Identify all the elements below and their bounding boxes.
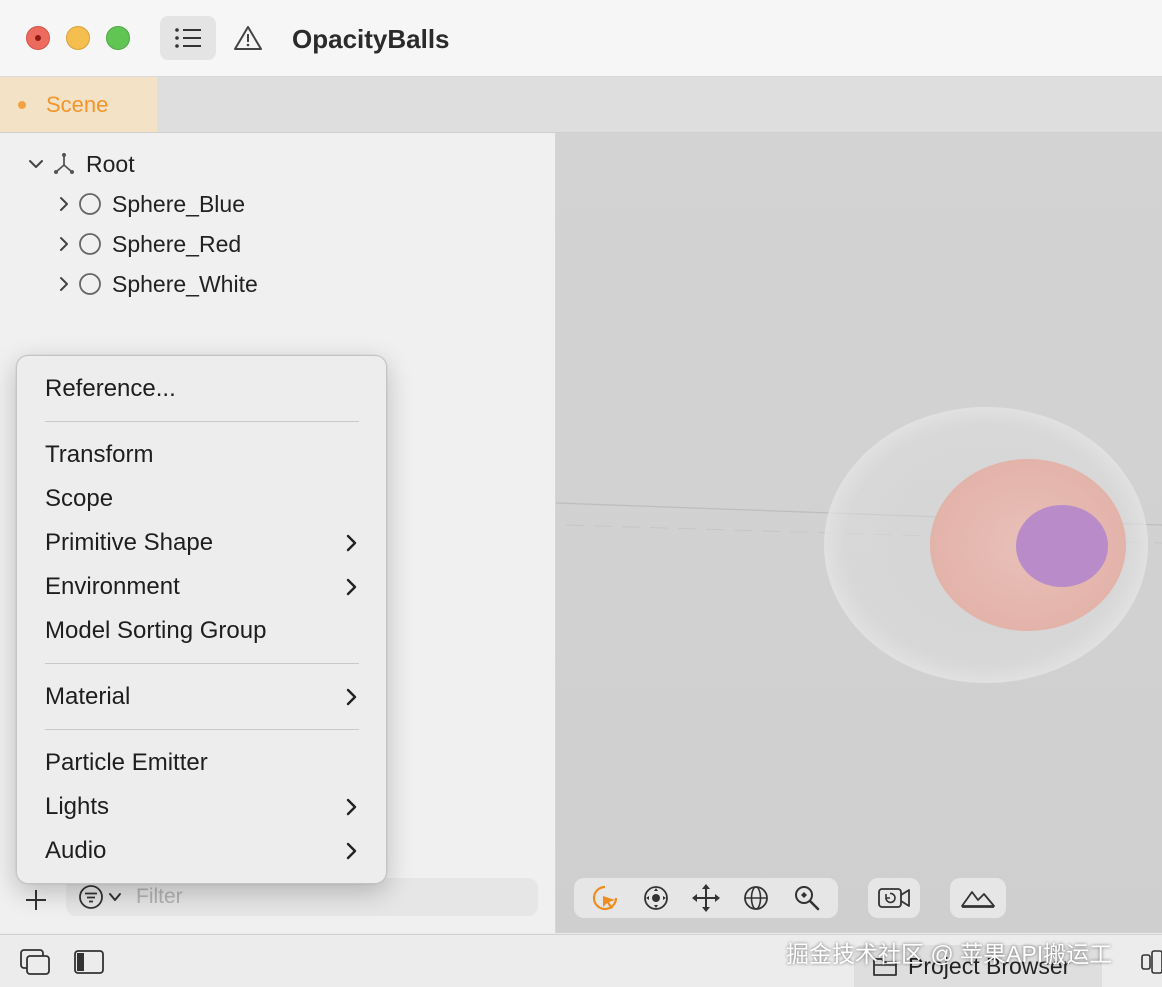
menu-item-reference[interactable]: Reference...: [45, 370, 359, 408]
menu-separator: [45, 663, 359, 664]
issues-button[interactable]: [220, 16, 276, 60]
menu-item-environment[interactable]: Environment: [45, 568, 359, 606]
sphere-icon: [79, 233, 101, 255]
list-icon: [175, 28, 201, 48]
sidebar-icon: [74, 950, 104, 974]
viewport-tool-group: [574, 878, 838, 918]
chevron-right-icon: [346, 842, 357, 860]
close-window-button[interactable]: [26, 26, 50, 50]
tab-scene[interactable]: Scene: [0, 77, 157, 132]
menu-item-label: Transform: [45, 441, 154, 468]
sphere-icon: [79, 193, 101, 215]
chevron-down-icon: [109, 893, 121, 901]
menu-item-label: Particle Emitter: [45, 749, 208, 776]
watermark-text: 掘金技术社区 @ 苹果API搬运工: [786, 941, 1113, 967]
camera-reset-button[interactable]: [868, 878, 920, 918]
menu-item-audio[interactable]: Audio: [45, 832, 359, 870]
menu-separator: [45, 729, 359, 730]
stacked-windows-icon: [20, 949, 50, 975]
chevron-right-icon[interactable]: [54, 194, 74, 214]
scene-render: [556, 407, 1162, 683]
filter-lines-icon: [79, 885, 103, 909]
zoom-window-button[interactable]: [106, 26, 130, 50]
sphere-icon: [79, 273, 101, 295]
scene-viewport[interactable]: [556, 133, 1162, 933]
tree-item-label: Root: [86, 150, 135, 177]
tree-item-root[interactable]: Root: [26, 146, 135, 182]
menu-item-particle-emitter[interactable]: Particle Emitter: [45, 744, 359, 782]
menu-item-label: Lights: [45, 793, 110, 820]
menu-item-label: Audio: [45, 837, 107, 864]
tree-item-label: Sphere_White: [112, 270, 258, 297]
rotate-tool-button[interactable]: [736, 878, 776, 918]
tree-item-label: Sphere_Blue: [112, 190, 245, 217]
add-entity-button[interactable]: [20, 884, 52, 916]
select-icon: [593, 885, 618, 911]
tree-item-sphere-blue[interactable]: Sphere_Blue: [54, 186, 245, 222]
zoom-icon: [794, 886, 820, 911]
transform-axes-icon: [54, 153, 74, 174]
chevron-right-icon: [346, 798, 357, 816]
menu-item-material[interactable]: Material: [45, 678, 359, 716]
chevron-right-icon: [346, 578, 357, 596]
select-tool-button[interactable]: [585, 878, 625, 918]
zoom-tool-button[interactable]: [787, 878, 827, 918]
chevron-right-icon[interactable]: [54, 274, 74, 294]
rotate-globe-icon: [744, 886, 769, 910]
chevron-right-icon[interactable]: [54, 234, 74, 254]
environment-button[interactable]: [950, 878, 1006, 918]
orbit-icon: [643, 886, 668, 910]
menu-item-label: Scope: [45, 485, 114, 512]
tab-bar: Scene: [0, 77, 1162, 133]
menu-item-model-sorting-group[interactable]: Model Sorting Group: [45, 612, 359, 650]
inspector-icon: [1141, 950, 1162, 974]
menu-item-lights[interactable]: Lights: [45, 788, 359, 826]
move-tool-button[interactable]: [686, 878, 726, 918]
orbit-tool-button[interactable]: [636, 878, 676, 918]
mountains-icon: [961, 891, 995, 908]
video-camera-icon: [878, 888, 910, 908]
chevron-right-icon: [346, 534, 357, 552]
tree-item-label: Sphere_Red: [112, 230, 242, 257]
plus-icon: [26, 890, 46, 910]
menu-item-label: Reference...: [45, 375, 176, 402]
menu-item-transform[interactable]: Transform: [45, 436, 359, 474]
menu-item-label: Primitive Shape: [45, 529, 214, 556]
chevron-down-icon[interactable]: [26, 154, 46, 174]
tab-scene-label: Scene: [46, 91, 109, 117]
status-bar: Project Browser 掘金技术社区 @ 苹果API搬运工: [0, 934, 1162, 987]
move-icon: [691, 884, 720, 912]
menu-item-label: Environment: [45, 573, 180, 600]
minimize-window-button[interactable]: [66, 26, 90, 50]
tree-item-sphere-red[interactable]: Sphere_Red: [54, 226, 241, 262]
add-entity-context-menu: Reference... Transform Scope Primitive S…: [16, 355, 387, 884]
unsaved-dot-icon: [18, 100, 26, 109]
filter-options-button[interactable]: [78, 884, 122, 910]
menu-separator: [45, 421, 359, 422]
tree-item-sphere-white[interactable]: Sphere_White: [54, 266, 258, 302]
window-title: OpacityBalls: [292, 24, 450, 54]
menu-item-label: Model Sorting Group: [45, 617, 267, 644]
menu-item-primitive-shape[interactable]: Primitive Shape: [45, 524, 359, 562]
windows-toggle-button[interactable]: [18, 947, 52, 977]
menu-item-scope[interactable]: Scope: [45, 480, 359, 518]
filter-input[interactable]: [134, 884, 498, 910]
title-bar: OpacityBalls: [0, 0, 1162, 77]
sidebar-toggle-button[interactable]: [72, 947, 106, 977]
warning-icon: [234, 26, 262, 50]
menu-item-label: Material: [45, 683, 131, 710]
chevron-right-icon: [346, 688, 357, 706]
hierarchy-toggle-button[interactable]: [160, 16, 216, 60]
inspector-toggle-button[interactable]: [1140, 947, 1162, 977]
